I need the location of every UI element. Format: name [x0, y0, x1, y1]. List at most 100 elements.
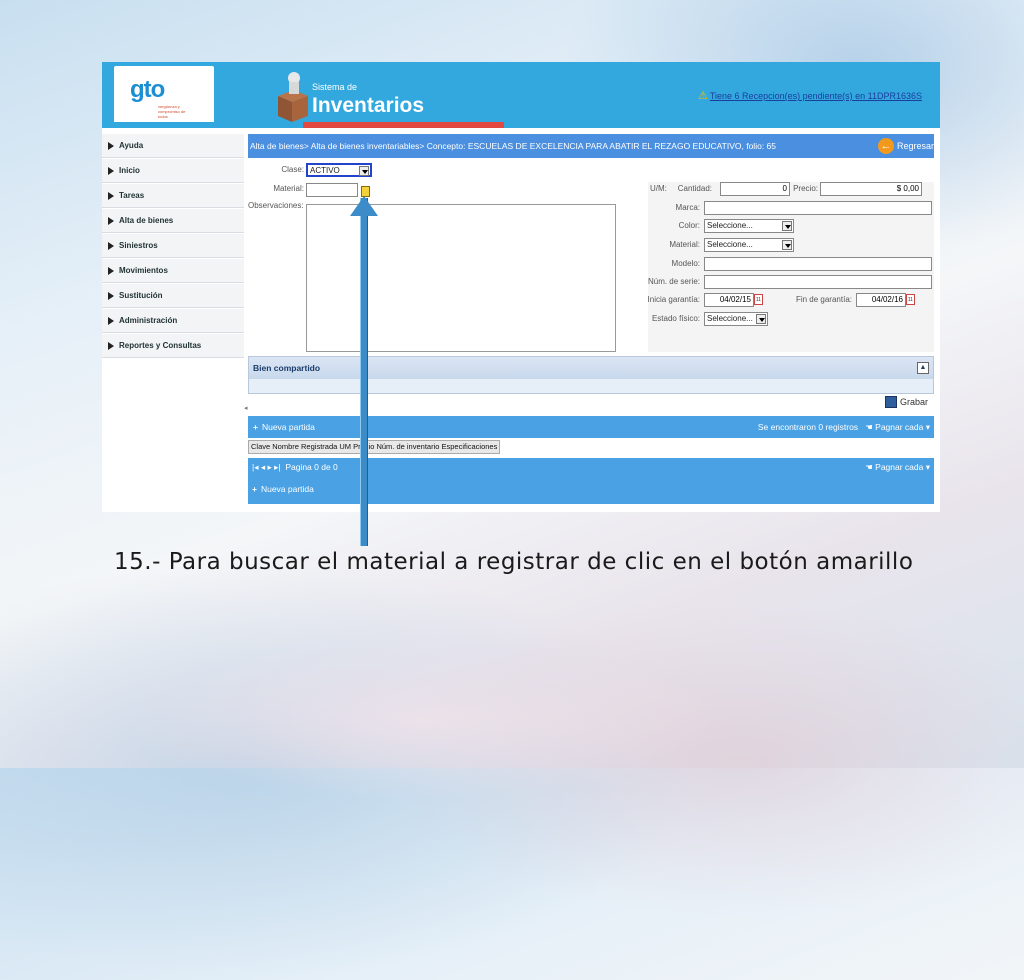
sidebar-menu: Ayuda Inicio Tareas Alta de bienes Sinie… — [102, 134, 244, 512]
pager-paginate-button[interactable]: ☚ Pagnar cada ▾ — [865, 462, 930, 473]
pointer-arrow-head — [350, 196, 378, 216]
expand-arrow-icon — [108, 216, 114, 225]
plus-icon: + — [252, 484, 257, 494]
dropdown-arrow-icon — [782, 240, 792, 250]
items-toolbar: + Nueva partida Se encontraron 0 registro… — [248, 416, 934, 438]
precio-input[interactable]: $ 0,00 — [820, 182, 922, 196]
expand-arrow-icon — [108, 166, 114, 175]
main-content: Alta de bienes> Alta de bienes inventari… — [248, 134, 934, 512]
sidebar-item-alta-bienes[interactable]: Alta de bienes — [102, 209, 244, 233]
sidebar-item-ayuda[interactable]: Ayuda — [102, 134, 244, 158]
logo-text: gto — [130, 76, 165, 103]
cantidad-input[interactable]: 0 — [720, 182, 790, 196]
shared-item-header: Bien compartido ▲ — [249, 357, 933, 379]
clase-select[interactable]: ACTIVO — [306, 163, 372, 177]
system-label: Sistema de — [312, 82, 358, 92]
app-title: Inventarios — [312, 94, 425, 117]
pointer-arrow-shaft — [360, 198, 368, 546]
sidebar-item-label: Alta de bienes — [119, 216, 174, 225]
material2-label: Material: — [669, 240, 700, 249]
back-label: Regresar — [896, 141, 934, 151]
inicia-garantia-input[interactable]: 04/02/15 — [704, 293, 754, 307]
pager-new-item-button[interactable]: + Nueva partida — [252, 484, 314, 494]
sidebar-item-label: Sustitución — [119, 291, 163, 300]
grid-header-text: Clave Nombre Registrada UM Precio Núm. d… — [251, 442, 498, 451]
sidebar-collapse-handle[interactable]: ◂ — [244, 404, 248, 412]
inventory-box-icon — [278, 72, 308, 122]
sidebar-item-label: Reportes y Consultas — [119, 341, 202, 350]
header-stripe — [102, 122, 940, 128]
material2-value: Seleccione... — [707, 240, 753, 249]
secretaria-label: Secretaría de Educación — [184, 87, 215, 109]
material-input[interactable] — [306, 183, 358, 197]
modelo-input[interactable] — [704, 257, 932, 271]
shared-item-title: Bien compartido — [253, 363, 321, 373]
estado-fisico-select[interactable]: Seleccione... — [704, 312, 768, 326]
expand-arrow-icon — [108, 191, 114, 200]
expand-arrow-icon — [108, 241, 114, 250]
instruction-caption: 15.- Para buscar el material a registrar… — [114, 549, 914, 575]
sidebar-item-siniestros[interactable]: Siniestros — [102, 234, 244, 258]
sidebar-item-label: Siniestros — [119, 241, 158, 250]
save-button[interactable]: Grabar — [884, 396, 928, 408]
material-label: Material: — [273, 184, 304, 193]
sidebar-item-label: Tareas — [119, 191, 145, 200]
pager-controls: |◂ ◂ ▸ ▸| Pagina 0 de 0 — [252, 462, 338, 473]
sidebar-item-label: Administración — [119, 316, 178, 325]
color-label: Color: — [678, 221, 700, 230]
dropdown-arrow-icon — [359, 166, 369, 176]
app-header: gto vergüenza y compromiso de todos Secr… — [102, 62, 940, 128]
grid-header: Clave Nombre Registrada UM Precio Núm. d… — [248, 440, 501, 454]
color-select[interactable]: Seleccione... — [704, 219, 794, 233]
sidebar-item-label: Movimientos — [119, 266, 168, 275]
serie-label: Núm. de serie: — [647, 277, 700, 286]
breadcrumb: Alta de bienes> Alta de bienes inventari… — [248, 134, 934, 158]
modelo-label: Modelo: — [671, 259, 700, 268]
marca-label: Marca: — [675, 203, 700, 212]
sidebar-item-sustitucion[interactable]: Sustitución — [102, 284, 244, 308]
pager-text: Pagina 0 de 0 — [285, 462, 338, 472]
pending-receptions-link[interactable]: ⚠ Tiene 6 Recepcion(es) pendiente(s) en 1… — [698, 89, 922, 102]
paginate-label: Pagnar cada — [875, 422, 924, 432]
warning-icon: ⚠ — [698, 90, 708, 102]
precio-label: Precio: — [793, 184, 818, 193]
expand-arrow-icon — [108, 141, 114, 150]
records-info: Se encontraron 0 registros ☚ Pagnar cada… — [758, 416, 930, 438]
sidebar-item-movimientos[interactable]: Movimientos — [102, 259, 244, 283]
collapse-icon[interactable]: ▲ — [917, 362, 929, 374]
expand-arrow-icon — [108, 341, 114, 350]
save-label: Grabar — [899, 397, 928, 407]
gto-logo: gto vergüenza y compromiso de todos Secr… — [114, 66, 214, 124]
expand-arrow-icon — [108, 316, 114, 325]
sidebar-item-tareas[interactable]: Tareas — [102, 184, 244, 208]
clase-label: Clase: — [281, 165, 304, 174]
new-item-label: Nueva partida — [261, 422, 315, 432]
back-button[interactable]: ← Regresar — [877, 134, 934, 158]
pager-new-item-label: Nueva partida — [260, 484, 314, 494]
sidebar-item-label: Ayuda — [119, 141, 144, 150]
marca-input[interactable] — [704, 201, 932, 215]
sidebar-item-reportes[interactable]: Reportes y Consultas — [102, 334, 244, 358]
observaciones-label: Observaciones: — [248, 201, 304, 210]
calendar-icon[interactable]: 11 — [754, 294, 763, 305]
observaciones-textarea[interactable] — [306, 204, 616, 352]
calendar-icon[interactable]: 11 — [906, 294, 915, 305]
pager-paginate-label: Pagnar cada — [875, 462, 924, 472]
inicia-garantia-label: Inicia garantía: — [647, 295, 700, 304]
dropdown-arrow-icon — [756, 314, 766, 324]
fin-garantia-input[interactable]: 04/02/16 — [856, 293, 906, 307]
pager-nav-icons[interactable]: |◂ ◂ ▸ ▸| — [252, 462, 281, 472]
pointer-icon: ☚ — [865, 422, 873, 432]
color-value: Seleccione... — [707, 221, 753, 230]
um-label: U/M: — [650, 184, 667, 193]
sidebar-item-inicio[interactable]: Inicio — [102, 159, 244, 183]
plus-icon: + — [253, 422, 258, 432]
serie-input[interactable] — [704, 275, 932, 289]
cantidad-label: Cantidad: — [677, 184, 712, 193]
found-records-text: Se encontraron 0 registros — [757, 422, 859, 432]
material-select[interactable]: Seleccione... — [704, 238, 794, 252]
new-item-button[interactable]: + Nueva partida — [253, 422, 315, 432]
sidebar-item-administracion[interactable]: Administración — [102, 309, 244, 333]
paginate-button[interactable]: ☚ Pagnar cada ▾ — [865, 422, 930, 432]
expand-arrow-icon — [108, 266, 114, 275]
